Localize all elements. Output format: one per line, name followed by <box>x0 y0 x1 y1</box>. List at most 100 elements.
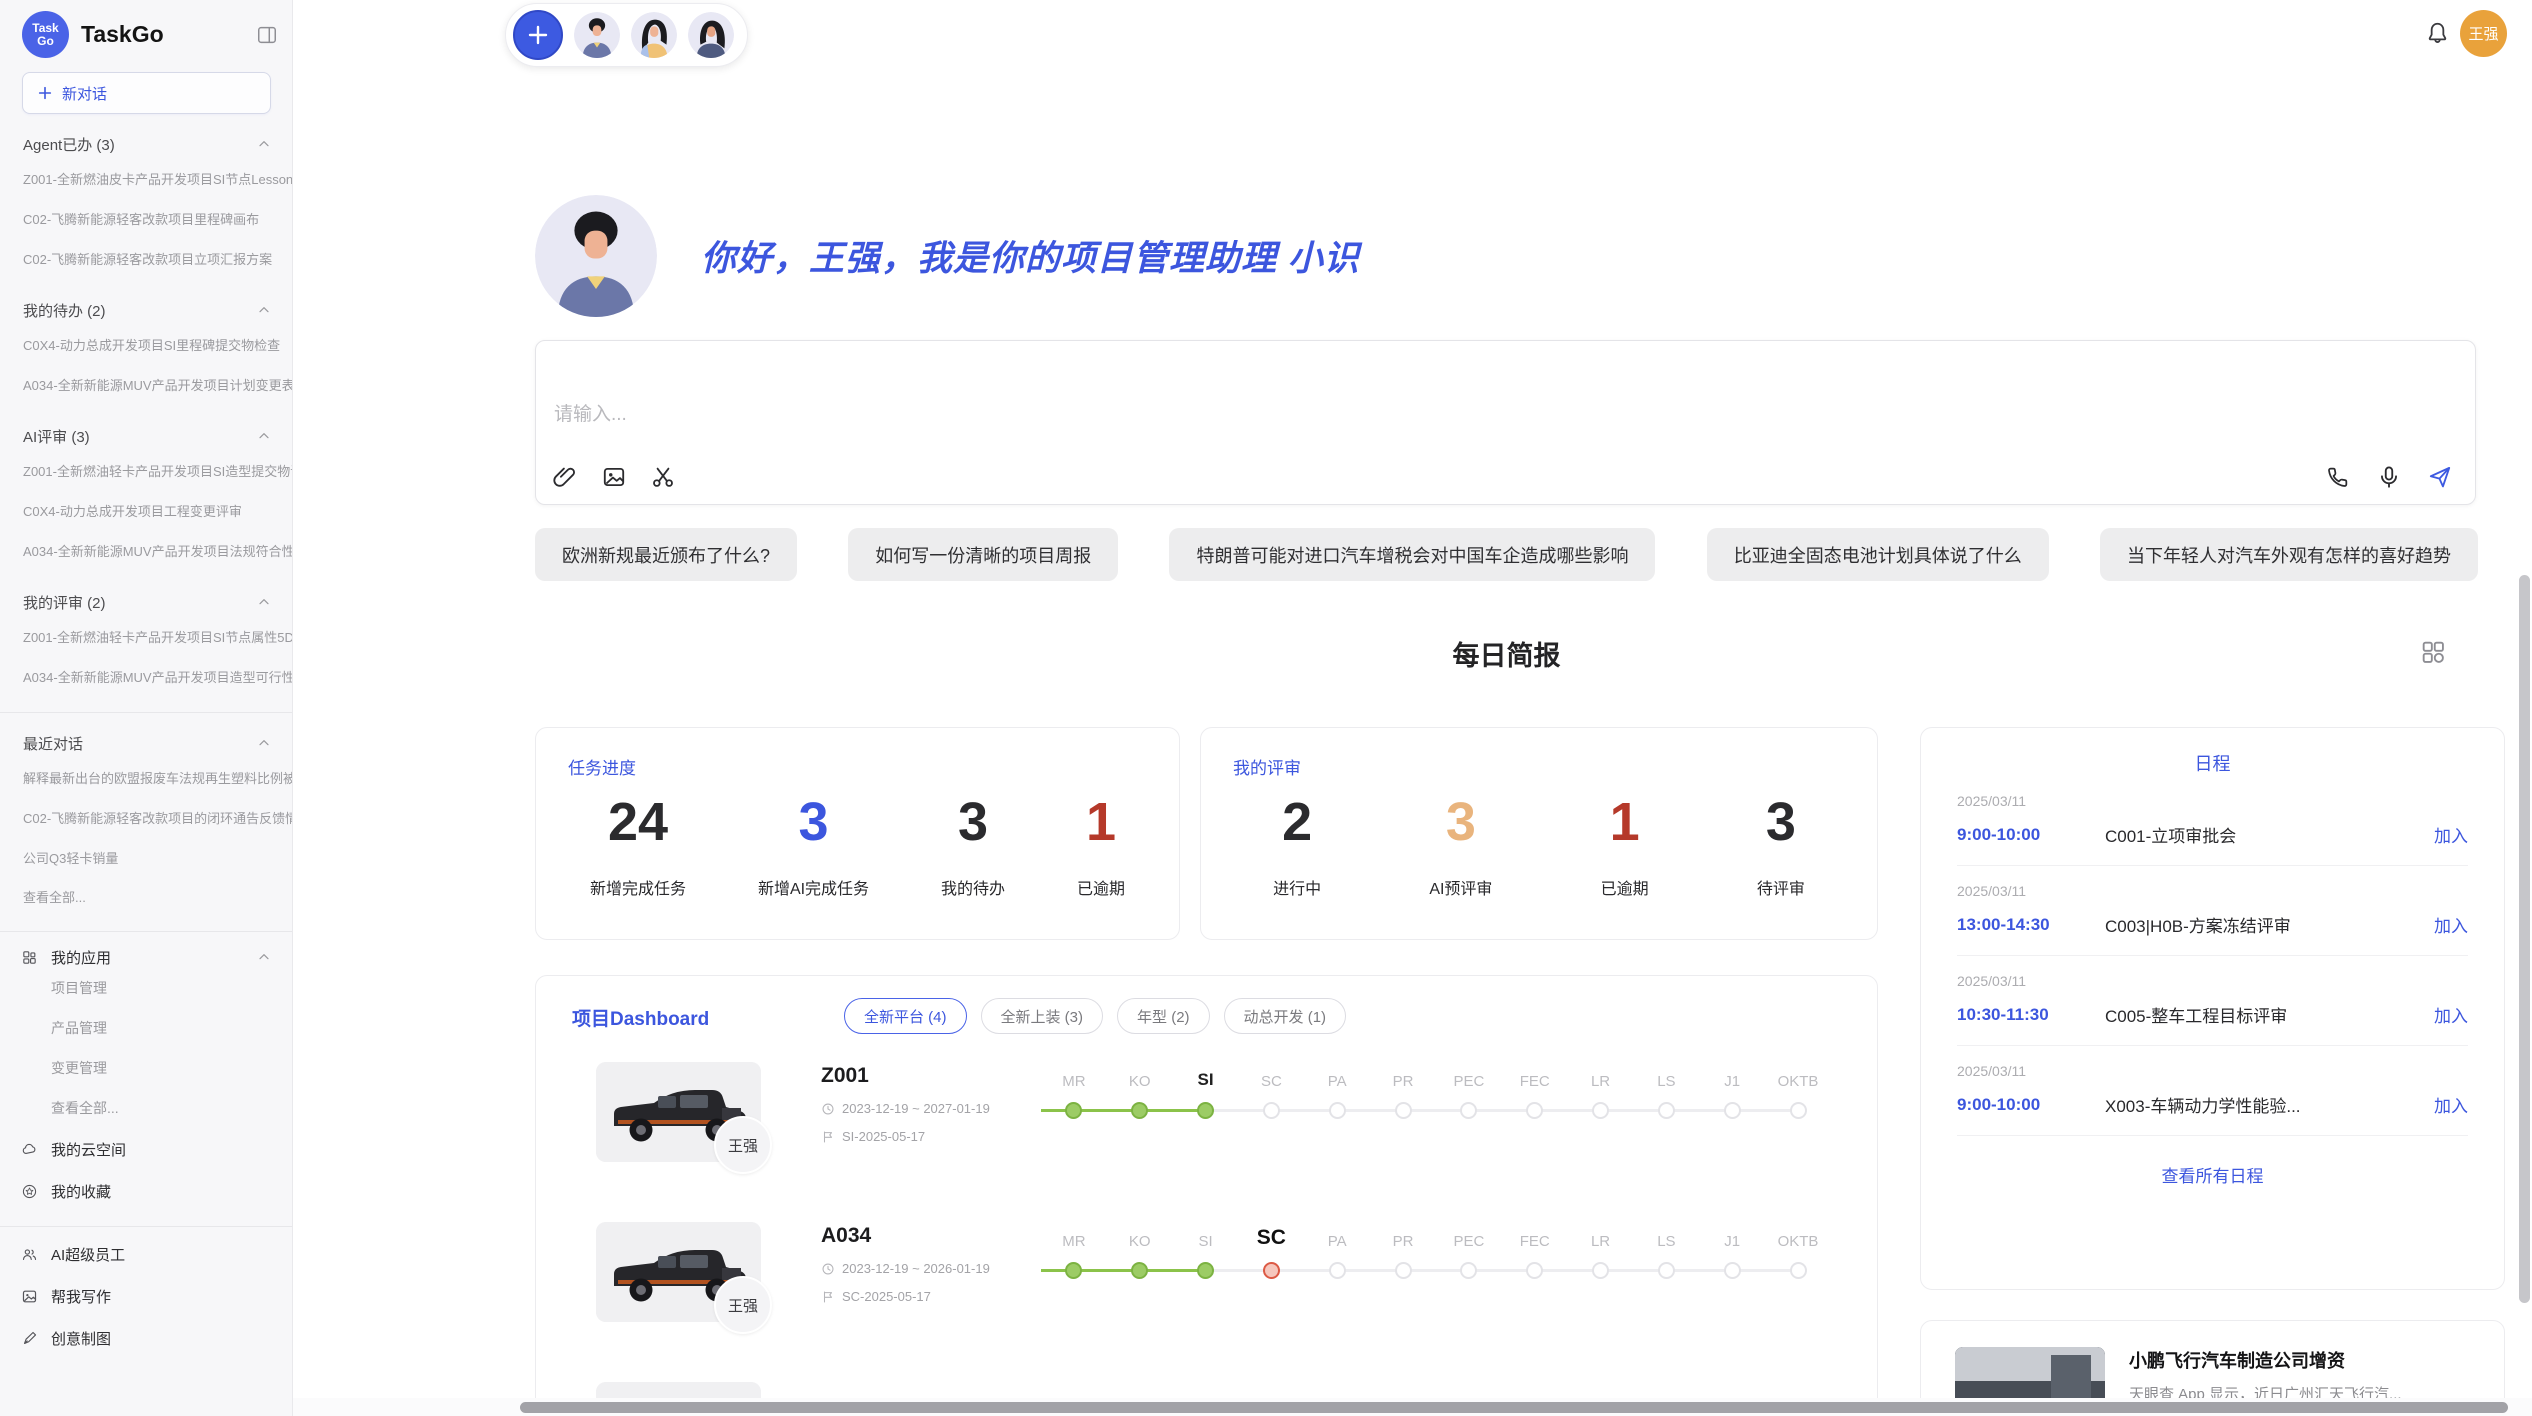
project-row[interactable]: 王强 A034 2023-12-19 ~ 2026-01-19 SC-2025-… <box>536 1214 1877 1374</box>
divider <box>0 712 292 713</box>
milestone-dot <box>1263 1262 1280 1279</box>
divider <box>0 1226 292 1227</box>
stat-value: 1 <box>1601 793 1649 851</box>
dashboard-tab[interactable]: 全新平台 (4) <box>844 998 967 1034</box>
sidebar: Task Go TaskGo 新对话 Agent已办 (3) Z001-全新燃油… <box>0 0 293 1416</box>
phone-call-icon[interactable] <box>2325 464 2351 490</box>
sidebar-link[interactable]: 创意制图 <box>0 1317 292 1359</box>
milestone-step: LS <box>1633 1068 1699 1119</box>
stat: 2 进行中 <box>1273 793 1321 899</box>
agent-avatar-1[interactable] <box>574 12 620 58</box>
dashboard-tab[interactable]: 全新上装 (3) <box>981 998 1104 1034</box>
stat-value: 24 <box>590 793 686 851</box>
join-meeting-link[interactable]: 加入 <box>2434 912 2468 937</box>
milestone-dot <box>1790 1262 1807 1279</box>
clock-icon <box>821 1262 835 1276</box>
section-header[interactable]: 我的评审 (2) <box>0 592 292 612</box>
milestone-step: KO <box>1107 1068 1173 1119</box>
milestone-step: PEC <box>1436 1068 1502 1119</box>
briefing-cards: 任务进度 24 新增完成任务 3 新增AI完成任务 3 我的待办 1 已逾期 我… <box>535 727 1878 940</box>
new-chat-button[interactable]: 新对话 <box>22 72 271 114</box>
microphone-icon[interactable] <box>2376 464 2402 490</box>
add-agent-button[interactable] <box>513 10 563 60</box>
milestone-dot <box>1724 1262 1741 1279</box>
milestone-step: PR <box>1370 1068 1436 1119</box>
app-item[interactable]: 项目管理 <box>0 968 292 1008</box>
suggestion-chip[interactable]: 当下年轻人对汽车外观有怎样的喜好趋势 <box>2100 528 2478 581</box>
join-meeting-link[interactable]: 加入 <box>2434 1002 2468 1027</box>
suggestion-chip[interactable]: 欧洲新规最近颁布了什么? <box>535 528 797 581</box>
sidebar-item[interactable]: Z001-全新燃油皮卡产品开发项目SI节点Lesson Learn报告 <box>0 160 292 200</box>
chevron-up-icon <box>256 594 272 610</box>
milestone-dot <box>1658 1102 1675 1119</box>
recent-section-header[interactable]: 最近对话 <box>0 733 292 753</box>
app-item[interactable]: 产品管理 <box>0 1008 292 1048</box>
sidebar-link[interactable]: AI超级员工 <box>0 1233 292 1275</box>
sidebar-item[interactable]: C0X4-动力总成开发项目SI里程碑提交物检查 <box>0 326 292 366</box>
suggestion-chip[interactable]: 特朗普可能对进口汽车增税会对中国车企造成哪些影响 <box>1169 528 1655 581</box>
milestone-step: J1 <box>1699 1068 1765 1119</box>
recent-view-all-link[interactable]: 查看全部... <box>0 879 292 917</box>
sidebar-item[interactable]: A034-全新新能源MUV产品开发项目法规符合性评审 <box>0 532 292 572</box>
schedule-date: 2025/03/11 <box>1957 793 2468 809</box>
section-header[interactable]: 我的待办 (2) <box>0 300 292 320</box>
milestone-step: PR <box>1370 1228 1436 1279</box>
dashboard-tab[interactable]: 年型 (2) <box>1117 998 1210 1034</box>
recent-title: 最近对话 <box>23 733 83 754</box>
milestone-step: KO <box>1107 1228 1173 1279</box>
grid-icon <box>21 949 38 966</box>
apps-view-all-link[interactable]: 查看全部... <box>0 1088 292 1128</box>
user-avatar[interactable]: 王强 <box>2460 10 2507 57</box>
sidebar-link[interactable]: 我的云空间 <box>0 1128 292 1170</box>
milestone-label: FEC <box>1520 1228 1550 1250</box>
app-item[interactable]: 变更管理 <box>0 1048 292 1088</box>
sidebar-item[interactable]: C02-飞腾新能源轻客改款项目立项汇报方案 <box>0 240 292 280</box>
suggestion-chip[interactable]: 如何写一份清晰的项目周报 <box>848 528 1118 581</box>
milestone-step: PA <box>1304 1228 1370 1279</box>
agent-avatar-2[interactable] <box>631 12 677 58</box>
milestone-dot <box>1395 1262 1412 1279</box>
chevron-up-icon <box>256 949 272 965</box>
agent-avatar-3[interactable] <box>688 12 734 58</box>
section-header[interactable]: AI评审 (3) <box>0 426 292 446</box>
sidebar-item[interactable]: C02-飞腾新能源轻客改款项目里程碑画布 <box>0 200 292 240</box>
notification-bell-icon[interactable] <box>2424 20 2451 47</box>
sidebar-item[interactable]: A034-全新新能源MUV产品开发项目造型可行性评审 <box>0 658 292 698</box>
dashboard-tab[interactable]: 动总开发 (1) <box>1224 998 1347 1034</box>
image-upload-icon[interactable] <box>601 464 627 490</box>
view-all-schedule-link[interactable]: 查看所有日程 <box>1921 1162 2504 1187</box>
join-meeting-link[interactable]: 加入 <box>2434 822 2468 847</box>
schedule-event-title: C005-整车工程目标评审 <box>2105 1002 2422 1027</box>
stat-value: 3 <box>941 793 1005 851</box>
my-apps-header[interactable]: 我的应用 <box>0 938 292 968</box>
attachment-icon[interactable] <box>552 464 578 490</box>
recent-items: 解释最新出台的欧盟报废车法规再生塑料比例被调至15%...C02-飞腾新能源轻客… <box>0 759 292 879</box>
sidebar-item[interactable]: Z001-全新燃油轻卡产品开发项目SI节点属性5D文件评审 <box>0 618 292 658</box>
milestone-step: OKTB <box>1765 1228 1831 1279</box>
project-row[interactable]: 王强 Z001 2023-12-19 ~ 2027-01-19 SI-2025-… <box>536 1054 1877 1214</box>
sidebar-item[interactable]: C0X4-动力总成开发项目工程变更评审 <box>0 492 292 532</box>
milestone-step: SI <box>1173 1228 1239 1279</box>
layout-toggle-icon[interactable] <box>2419 638 2447 666</box>
horizontal-scrollbar[interactable] <box>520 1402 2508 1413</box>
sidebar-item[interactable]: 公司Q3轻卡销量 <box>0 839 292 879</box>
suggestion-chip[interactable]: 比亚迪全固态电池计划具体说了什么 <box>1707 528 2049 581</box>
sidebar-link[interactable]: 帮我写作 <box>0 1275 292 1317</box>
sidebar-link[interactable]: 我的收藏 <box>0 1170 292 1212</box>
section-header[interactable]: Agent已办 (3) <box>0 134 292 154</box>
join-meeting-link[interactable]: 加入 <box>2434 1092 2468 1117</box>
message-input[interactable] <box>552 403 1752 427</box>
stat-value: 2 <box>1273 793 1321 851</box>
milestone-step: LS <box>1633 1228 1699 1279</box>
collapse-sidebar-icon[interactable] <box>256 24 278 46</box>
sidebar-item[interactable]: A034-全新新能源MUV产品开发项目计划变更表编写 <box>0 366 292 406</box>
pen-icon <box>21 1330 38 1347</box>
sidebar-item[interactable]: 解释最新出台的欧盟报废车法规再生塑料比例被调至15%... <box>0 759 292 799</box>
vertical-scrollbar[interactable] <box>2519 575 2530 1303</box>
milestone-label: PEC <box>1453 1228 1484 1250</box>
sidebar-item[interactable]: C02-飞腾新能源轻客改款项目的闭环通告反馈情况 <box>0 799 292 839</box>
composer-actions <box>2325 464 2453 490</box>
sidebar-item[interactable]: Z001-全新燃油轻卡产品开发项目SI造型提交物评审 <box>0 452 292 492</box>
send-icon[interactable] <box>2427 464 2453 490</box>
screenshot-scissors-icon[interactable] <box>650 464 676 490</box>
